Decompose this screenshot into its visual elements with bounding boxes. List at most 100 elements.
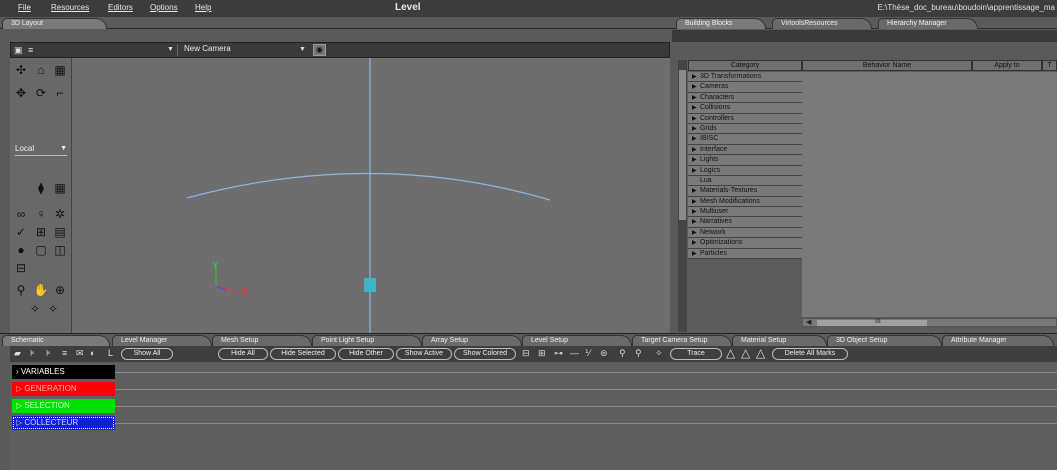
hand-icon[interactable]: ✋	[33, 282, 49, 298]
menu-options[interactable]: Options	[150, 3, 178, 12]
horizontal-scrollbar[interactable]: ◀ III	[802, 318, 1057, 327]
add-block-icon[interactable]: ⊧	[46, 348, 51, 359]
tab-mesh-setup[interactable]: Mesh Setup	[212, 335, 312, 346]
show-active-button[interactable]: Show Active	[396, 348, 452, 360]
show-all-button[interactable]: Show All	[121, 348, 173, 360]
search-up-icon[interactable]: ⚲	[635, 348, 642, 359]
scrollbar-thumb[interactable]	[817, 320, 927, 326]
hide-selected-button[interactable]: Hide Selected	[270, 348, 336, 360]
dolly-icon[interactable]: ✧	[45, 301, 61, 317]
tab-level-setup[interactable]: Level Setup	[522, 335, 632, 346]
open-icon[interactable]: ▰	[14, 348, 21, 359]
search-icon[interactable]: ⚲	[619, 348, 626, 359]
list-item[interactable]: ▶ Optimizations	[688, 238, 802, 249]
category-scrollbar[interactable]	[678, 60, 687, 332]
list-item[interactable]: ▶ Characters	[688, 92, 802, 104]
link-icon[interactable]: ∞	[13, 206, 29, 222]
triangle-mark-icon[interactable]: △	[756, 346, 765, 360]
comment-icon[interactable]: ◐	[90, 348, 95, 358]
scroll-left-icon[interactable]: ◀	[806, 318, 811, 326]
list-item[interactable]: ▶ Cameras	[688, 82, 802, 93]
add-script-icon[interactable]: ⊧	[30, 348, 35, 359]
script-collecteur[interactable]: ▷ COLLECTEUR	[12, 416, 115, 430]
triangle-mark-icon[interactable]: △	[726, 346, 735, 360]
grid-icon[interactable]: ⊞	[538, 348, 546, 359]
list-item[interactable]: ▶ 3D Transformations	[688, 72, 802, 83]
column-category[interactable]: Category	[688, 60, 802, 71]
script-selection[interactable]: ▷ SELECTION	[12, 399, 115, 413]
delete-all-marks-button[interactable]: Delete All Marks	[772, 348, 848, 360]
portal-icon[interactable]: ◫	[52, 242, 68, 258]
rotate-tool-icon[interactable]: ⟳	[33, 85, 49, 101]
trace-button[interactable]: Trace	[670, 348, 722, 360]
tab-attribute-manager[interactable]: Attribute Manager	[942, 335, 1054, 346]
zoom-icon[interactable]: ⊕	[52, 282, 68, 298]
behavior-list[interactable]	[802, 72, 1057, 317]
script-generation[interactable]: ▷ GENERATION	[12, 382, 115, 396]
list-item[interactable]: ▶ Narratives	[688, 217, 802, 228]
tab-array-setup[interactable]: Array Setup	[422, 335, 522, 346]
list-item[interactable]: ▶ Lights	[688, 155, 802, 166]
cube-icon[interactable]: ▢	[33, 242, 49, 258]
mail-icon[interactable]: ✉	[76, 348, 84, 359]
hide-all-button[interactable]: Hide All	[218, 348, 268, 360]
triangle-mark-icon[interactable]: △	[741, 346, 750, 360]
matrix-icon[interactable]: ⊟	[13, 260, 29, 276]
tab-point-light-setup[interactable]: Point Light Setup	[312, 335, 422, 346]
chevron-down-icon[interactable]: ▼	[167, 46, 174, 53]
fraction-icon[interactable]: ⅟	[585, 348, 590, 359]
link-icon[interactable]: ⊶	[554, 348, 563, 359]
tab-3d-layout[interactable]: 3D Layout	[2, 18, 107, 29]
3d-viewport[interactable]: X Y	[72, 58, 670, 333]
snap-icon[interactable]: ⧫	[33, 180, 49, 196]
list-item[interactable]: Lua	[688, 175, 802, 187]
script-variables[interactable]: › VARIABLES	[12, 365, 115, 379]
column-t[interactable]: T	[1042, 60, 1057, 71]
menu-resources[interactable]: Resources	[51, 3, 89, 12]
pan-icon[interactable]: ⚲	[13, 282, 29, 298]
tab-virtools-resources[interactable]: VirtoolsResources	[772, 18, 872, 29]
filter-icon[interactable]: ≡	[62, 348, 67, 358]
l-label[interactable]: L	[108, 348, 113, 358]
sphere-icon[interactable]: ●	[13, 242, 29, 258]
tab-3d-object-setup[interactable]: 3D Object Setup	[827, 335, 942, 346]
light-icon[interactable]: ♀	[33, 206, 49, 222]
selected-object[interactable]	[364, 278, 376, 292]
menu-help[interactable]: Help	[195, 3, 211, 12]
camera-icon[interactable]: ▣	[14, 45, 24, 55]
frame-tool-icon[interactable]: ▦	[52, 62, 68, 78]
camera-settings-button[interactable]: ◉	[313, 44, 326, 56]
hide-other-button[interactable]: Hide Other	[338, 348, 394, 360]
parameter-icon[interactable]: ⊜	[600, 348, 608, 359]
list-item[interactable]: ▶ Collisions	[688, 103, 802, 114]
tab-hierarchy-manager[interactable]: Hierarchy Manager	[878, 18, 978, 29]
menu-editors[interactable]: Editors	[108, 3, 133, 12]
select-tool-icon[interactable]: ✣	[13, 62, 29, 78]
orbit-icon[interactable]: ✧	[27, 301, 43, 317]
grid-object-icon[interactable]: ⊞	[33, 224, 49, 240]
sparkle-icon[interactable]: ✧	[655, 348, 663, 359]
list-item[interactable]: ▶ IBISC	[688, 134, 802, 145]
tab-target-camera-setup[interactable]: Target Camera Setup	[632, 335, 732, 346]
show-colored-button[interactable]: Show Colored	[454, 348, 516, 360]
coord-mode-select[interactable]: Local ▼	[15, 144, 67, 156]
list-item[interactable]: ▶ Interface	[688, 144, 802, 156]
camera-select[interactable]: New Camera	[177, 44, 309, 56]
list-icon[interactable]: ≡	[28, 45, 38, 55]
scale-tool-icon[interactable]: ⌐	[52, 85, 68, 101]
tab-building-blocks[interactable]: Building Blocks	[676, 18, 766, 29]
frame-object-icon[interactable]: ▤	[52, 224, 68, 240]
align-icon[interactable]: ⊟	[522, 348, 530, 359]
list-item[interactable]: ▶ Grids	[688, 123, 802, 135]
list-item[interactable]: ▶ Logics	[688, 165, 802, 176]
column-behavior-name[interactable]: Behavior Name	[802, 60, 972, 71]
character-icon[interactable]: ✲	[52, 206, 68, 222]
list-item[interactable]: ▶ Mesh Modifications	[688, 196, 802, 208]
menu-file[interactable]: File	[18, 3, 31, 12]
list-item[interactable]: ▶ Materials-Textures	[688, 186, 802, 197]
lock-tool-icon[interactable]: ⌂	[33, 62, 49, 78]
grid-icon[interactable]: ▦	[52, 180, 68, 196]
column-apply-to[interactable]: Apply to	[972, 60, 1042, 71]
tab-schematic[interactable]: Schematic	[2, 335, 110, 346]
dash-icon[interactable]: —	[570, 348, 579, 358]
